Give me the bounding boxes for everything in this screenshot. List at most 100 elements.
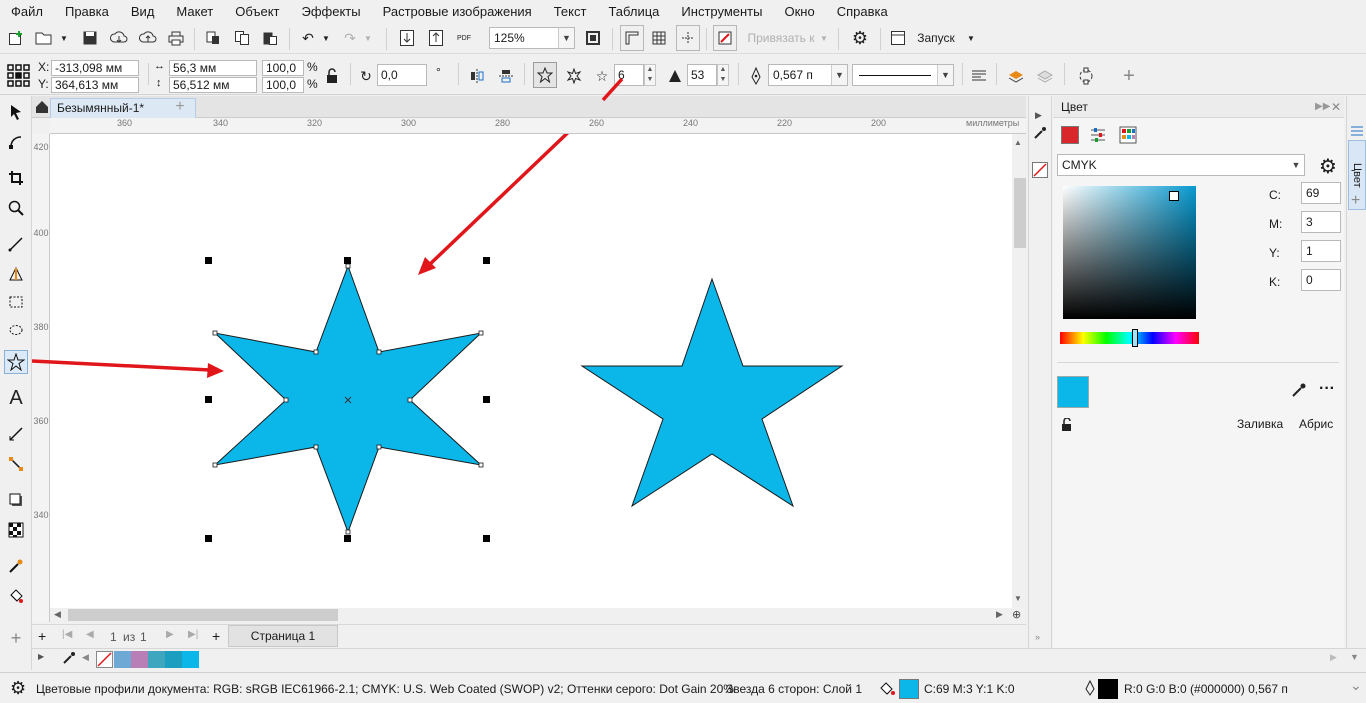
outline-color-swatch[interactable] — [1098, 679, 1118, 699]
palette-swatch[interactable] — [131, 651, 148, 668]
redo-dropdown-icon[interactable]: ▼ — [362, 25, 374, 51]
show-grid-icon[interactable] — [648, 25, 670, 51]
scroll-up-icon[interactable]: ▲ — [1014, 138, 1022, 147]
prev-page-icon[interactable]: ◀ — [86, 629, 94, 640]
convert-to-curves-icon[interactable] — [1074, 63, 1098, 89]
docker-eyedropper-icon[interactable] — [1291, 382, 1307, 401]
menu-text[interactable]: Текст — [543, 4, 598, 19]
vertical-scroll-thumb[interactable] — [1014, 178, 1026, 248]
connector-tool-icon[interactable] — [4, 452, 28, 476]
options-gear-icon[interactable]: ⚙ — [848, 25, 872, 51]
no-fill-icon[interactable] — [1032, 162, 1048, 178]
chevron-down-icon[interactable]: ▼ — [831, 65, 847, 85]
artistic-media-icon[interactable] — [4, 262, 28, 286]
cut-icon[interactable] — [202, 25, 224, 51]
menu-help[interactable]: Справка — [826, 4, 899, 19]
snap-dropdown-icon[interactable]: ▼ — [818, 25, 830, 51]
magenta-field[interactable]: 3 — [1301, 211, 1341, 233]
scale-y-field[interactable]: 100,0 — [262, 77, 304, 93]
star-sharpness-field[interactable]: 53 — [687, 64, 717, 86]
palette-scroll-left-icon[interactable]: ▶ — [38, 652, 44, 661]
palette-expand-icon[interactable]: ▼ — [1350, 652, 1359, 662]
zoom-magnifier-icon[interactable]: ⊕ — [1012, 608, 1021, 621]
docker-settings-gear-icon[interactable]: ⚙ — [1319, 154, 1337, 179]
launch-button[interactable]: Запуск — [912, 25, 960, 51]
color-sliders-mode-icon[interactable] — [1061, 126, 1079, 144]
docker-expand-icon[interactable]: ▶ — [1035, 110, 1042, 121]
scroll-right-icon[interactable]: ▶ — [996, 609, 1003, 620]
show-rulers-icon[interactable] — [620, 25, 644, 51]
shape-tool-icon[interactable] — [4, 130, 28, 154]
add-tool-icon[interactable]: + — [4, 626, 28, 650]
eyedropper-icon[interactable] — [1033, 126, 1047, 143]
menu-file[interactable]: Файл — [0, 4, 54, 19]
fill-button[interactable]: Заливка — [1237, 417, 1289, 431]
menu-object[interactable]: Объект — [224, 4, 290, 19]
menu-bitmaps[interactable]: Растровые изображения — [372, 4, 543, 19]
add-page-after-icon[interactable]: + — [212, 628, 220, 644]
menu-window[interactable]: Окно — [773, 4, 825, 19]
paste-icon[interactable] — [259, 25, 281, 51]
cloud-download-icon[interactable] — [108, 25, 130, 51]
palette-scroll-right-icon[interactable]: ▶ — [1330, 652, 1337, 663]
menu-view[interactable]: Вид — [120, 4, 166, 19]
open-dropdown-icon[interactable]: ▼ — [58, 25, 70, 51]
vertical-scrollbar[interactable]: ▲ ▼ — [1012, 134, 1026, 608]
close-icon[interactable]: ✕ — [1331, 96, 1341, 118]
dimension-tool-icon[interactable] — [4, 422, 28, 446]
x-position-field[interactable]: -313,098 мм — [51, 60, 139, 76]
chevron-down-icon[interactable]: ▼ — [558, 28, 574, 48]
scroll-left-icon[interactable]: ◀ — [54, 609, 61, 620]
horizontal-ruler[interactable]: 360 340 320 300 280 260 240 220 200 милл… — [50, 118, 1026, 134]
five-point-star[interactable] — [580, 277, 844, 508]
drop-shadow-tool-icon[interactable] — [4, 488, 28, 512]
next-page-icon[interactable]: ▶ — [166, 629, 174, 640]
settings-gear-icon[interactable]: ⚙ — [10, 678, 26, 699]
transparency-tool-icon[interactable] — [4, 518, 28, 542]
redo-icon[interactable]: ↷ — [340, 25, 360, 51]
publish-pdf-icon[interactable]: PDF — [453, 25, 475, 51]
docker-collapse-icon[interactable]: ▶▶ — [1315, 96, 1330, 118]
wrap-text-icon[interactable] — [968, 63, 990, 89]
add-icon[interactable]: + — [1118, 63, 1140, 89]
menu-effects[interactable]: Эффекты — [291, 4, 372, 19]
six-point-star[interactable] — [213, 264, 483, 534]
color-saturation-picker[interactable] — [1063, 186, 1196, 319]
mirror-vertical-icon[interactable] — [495, 63, 517, 89]
more-options-icon[interactable]: ··· — [1319, 380, 1335, 398]
chevron-down-icon[interactable]: ▼ — [937, 65, 953, 85]
scroll-down-icon[interactable]: ▼ — [1014, 594, 1022, 603]
docker-scroll-icon[interactable]: » — [1035, 632, 1040, 642]
lock-ratio-icon[interactable] — [322, 63, 342, 89]
hue-slider[interactable] — [1060, 329, 1199, 347]
scale-x-field[interactable]: 100,0 — [262, 60, 304, 76]
to-front-icon[interactable] — [1004, 63, 1028, 89]
new-document-icon[interactable] — [6, 25, 26, 51]
pick-tool-icon[interactable] — [4, 100, 28, 124]
launch-icon[interactable] — [888, 25, 908, 51]
export-icon[interactable] — [425, 25, 447, 51]
page-tab[interactable]: Страница 1 — [228, 625, 338, 647]
lock-icon[interactable] — [1061, 417, 1073, 435]
zoom-to-page-icon[interactable] — [582, 25, 604, 51]
interactive-fill-icon[interactable] — [4, 584, 28, 608]
undo-dropdown-icon[interactable]: ▼ — [320, 25, 332, 51]
open-icon[interactable] — [34, 25, 54, 51]
horizontal-scrollbar[interactable]: ◀ ▶ ⊕ — [50, 608, 1026, 622]
palette-swatch[interactable] — [165, 651, 182, 668]
eyedropper-tool-icon[interactable] — [4, 554, 28, 578]
horizontal-scroll-thumb[interactable] — [68, 609, 338, 621]
zoom-tool-icon[interactable] — [4, 196, 28, 220]
palette-swatch[interactable] — [148, 651, 165, 668]
complex-star-icon[interactable] — [563, 63, 585, 89]
chevron-down-icon[interactable]: ▼ — [1288, 155, 1304, 175]
snap-off-icon[interactable] — [713, 25, 737, 51]
last-page-icon[interactable]: ▶| — [188, 629, 198, 640]
color-picker-marker[interactable] — [1169, 191, 1179, 201]
menu-layout[interactable]: Макет — [165, 4, 224, 19]
mirror-horizontal-icon[interactable] — [466, 63, 488, 89]
black-field[interactable]: 0 — [1301, 269, 1341, 291]
freehand-tool-icon[interactable] — [4, 232, 28, 256]
text-tool-icon[interactable]: A — [4, 386, 28, 410]
yellow-field[interactable]: 1 — [1301, 240, 1341, 262]
